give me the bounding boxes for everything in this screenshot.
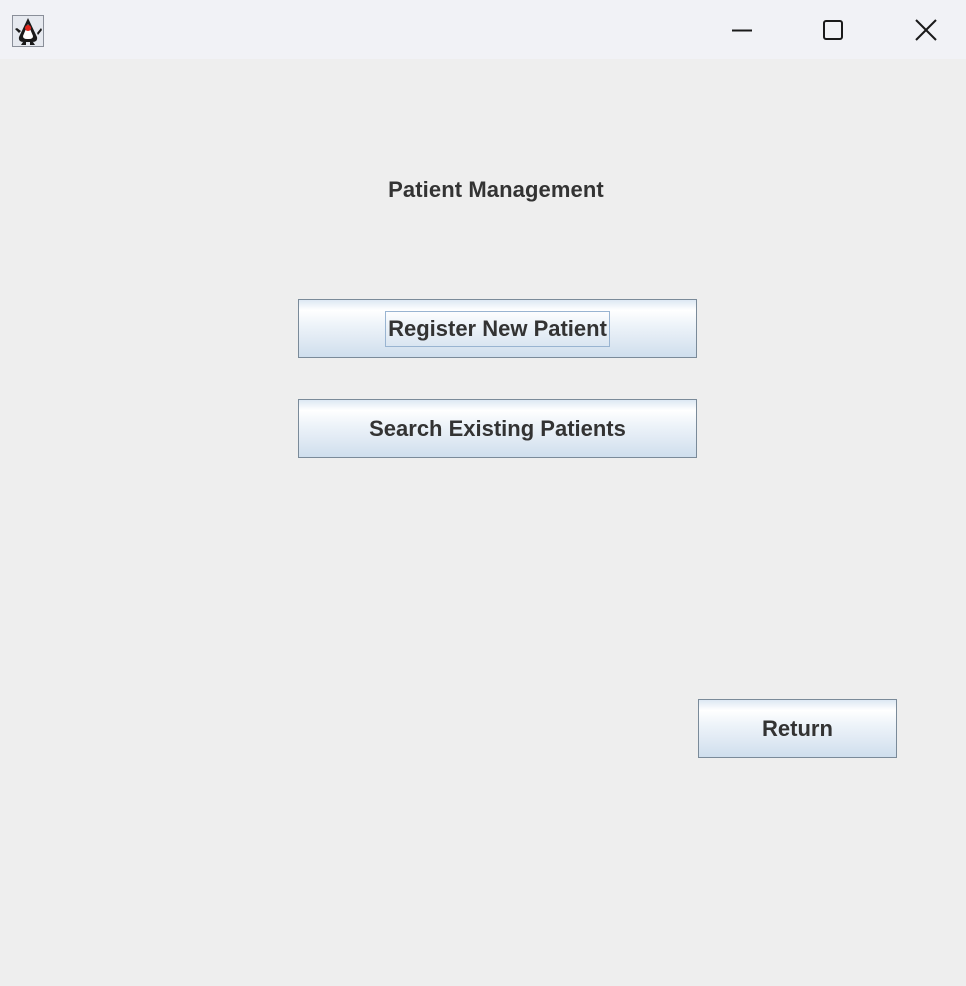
minimize-icon [732, 29, 752, 32]
close-icon [915, 19, 937, 41]
minimize-button[interactable] [696, 0, 788, 59]
register-new-patient-label: Register New Patient [385, 311, 610, 347]
close-button[interactable] [880, 0, 966, 59]
page-title: Patient Management [388, 177, 604, 202]
title-bar[interactable] [0, 0, 966, 59]
maximize-icon [823, 20, 843, 40]
return-label: Return [762, 715, 833, 741]
search-existing-patients-label: Search Existing Patients [369, 415, 626, 441]
java-duke-icon[interactable] [12, 15, 44, 47]
search-existing-patients-button[interactable]: Search Existing Patients [298, 399, 697, 458]
register-new-patient-button[interactable]: Register New Patient [298, 299, 697, 358]
content-panel: Patient Management Register New Patient … [0, 59, 966, 986]
application-window: Patient Management Register New Patient … [0, 0, 966, 986]
return-button[interactable]: Return [698, 699, 897, 758]
maximize-button[interactable] [787, 0, 879, 59]
